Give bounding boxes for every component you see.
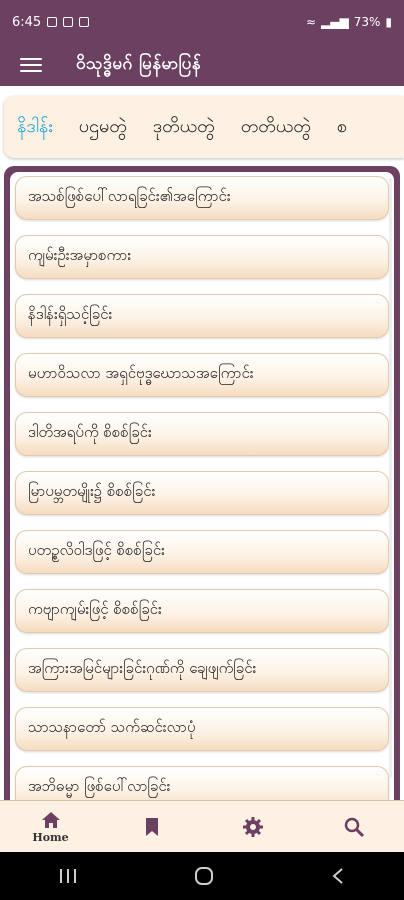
list-item[interactable]: အသစ်ဖြစ်ပေါ်လာရခြင်း၏အကြောင်း <box>15 176 389 220</box>
tab-volume-3[interactable]: တတိယတွဲ <box>228 114 324 141</box>
search-icon <box>344 817 364 837</box>
list-item[interactable]: မဟာဝိသလာ အရှင်ဗုဒ္ဓဃောသအကြောင်း <box>15 353 389 397</box>
tab-introduction[interactable]: နိဒါန်း <box>4 114 66 141</box>
list-item[interactable]: နိဒါန်းရှိသင့်ခြင်း <box>15 294 389 338</box>
status-time: 6:45 <box>12 14 42 30</box>
list-item[interactable]: အဘိဓမ္မာ ဖြစ်ပေါ်လာခြင်း <box>15 766 389 800</box>
list-item[interactable]: ဒါတိအရပ်ကို စိစစ်ခြင်း <box>15 412 389 456</box>
scrollbar[interactable] <box>389 178 392 778</box>
list-item[interactable]: ကျမ်းဦးအမှာစကား <box>15 235 389 279</box>
chapter-list-frame: အသစ်ဖြစ်ပေါ်လာရခြင်း၏အကြောင်း ကျမ်းဦးအမှ… <box>4 166 400 800</box>
tab-strip: နိဒါန်း ပဌမတွဲ ဒုတိယတွဲ တတိယတွဲ စ <box>4 96 404 158</box>
list-item[interactable]: အကြားအမြင်များခြင်းဂုဏ်ကို ချေဖျက်ခြင်း <box>15 648 389 692</box>
home-circle-icon[interactable] <box>194 866 214 886</box>
battery-level: 73% <box>353 15 381 29</box>
nav-search-button[interactable] <box>324 817 384 837</box>
tab-volume-4[interactable]: စ <box>324 114 360 141</box>
tab-volume-1[interactable]: ပဌမတွဲ <box>66 114 140 141</box>
list-item[interactable]: ပတဥ္စလိဝါဒဖြင့် စိစစ်ခြင်း <box>15 530 389 574</box>
list-item[interactable]: သာသနာတော် သက်ဆင်းလာပုံ <box>15 707 389 751</box>
notification-icon-2 <box>63 17 74 27</box>
notification-icon-3 <box>79 17 90 27</box>
back-icon[interactable] <box>331 867 345 885</box>
bottom-nav: Home <box>0 800 404 853</box>
app-bar: ဝိသုဒ္ဓိမဂ် မြန်မာပြန် <box>0 44 404 86</box>
nav-bookmark-button[interactable] <box>122 817 182 837</box>
menu-icon[interactable] <box>20 58 42 72</box>
nav-home-button[interactable]: Home <box>21 811 81 844</box>
nav-settings-button[interactable] <box>223 816 283 838</box>
home-icon <box>41 811 60 828</box>
system-nav-bar <box>0 852 404 900</box>
wifi-icon: ≈ <box>305 15 317 29</box>
bookmark-icon <box>145 818 158 836</box>
status-bar: 6:45 ≈ ▂▄▆ 73% ▮ <box>0 0 404 44</box>
tab-volume-2[interactable]: ဒုတိယတွဲ <box>140 114 228 141</box>
status-right: ≈ ▂▄▆ 73% ▮ <box>306 15 392 29</box>
status-left: 6:45 <box>12 14 90 30</box>
gear-icon <box>242 817 263 837</box>
notification-icon <box>47 17 58 27</box>
list-item[interactable]: ကဗျာကျမ်းဖြင့် စိစစ်ခြင်း <box>15 589 389 633</box>
app-title: ဝိသုဒ္ဓိမဂ် မြန်မာပြန် <box>76 53 202 74</box>
nav-home-label: Home <box>32 830 69 844</box>
battery-icon: ▮ <box>385 15 392 29</box>
list-item[interactable]: မြာပမ္ဘတမျိုး၌ စိစစ်ခြင်း <box>15 471 389 515</box>
recent-apps-icon[interactable] <box>59 868 77 884</box>
chapter-list[interactable]: အသစ်ဖြစ်ပေါ်လာရခြင်း၏အကြောင်း ကျမ်းဦးအမှ… <box>10 172 394 800</box>
signal-icon: ▂▄▆ <box>321 15 349 29</box>
